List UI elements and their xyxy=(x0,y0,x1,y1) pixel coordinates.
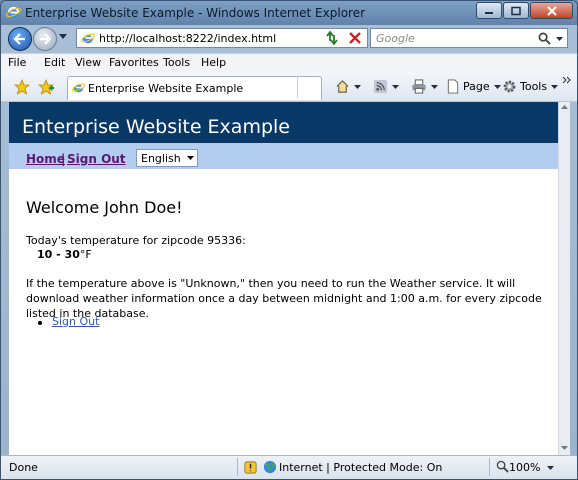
gear-icon xyxy=(503,80,516,93)
status-divider xyxy=(237,458,238,476)
ie-logo-icon xyxy=(6,6,21,19)
menu-view[interactable]: View xyxy=(75,56,101,69)
new-tab-button[interactable] xyxy=(297,76,322,98)
temperature-dash: - xyxy=(52,248,65,261)
site-nav: Home | Sign Out English xyxy=(9,143,558,169)
weather-info-text: If the temperature above is "Unknown," t… xyxy=(26,277,542,320)
tools-menu-label: Tools xyxy=(520,80,548,93)
temperature-label: Today's temperature for zipcode 95336: xyxy=(26,234,246,247)
tools-chevron-down-icon xyxy=(551,84,559,89)
menu-file[interactable]: File xyxy=(8,56,26,69)
feeds-button[interactable] xyxy=(373,79,399,94)
window-title: Enterprise Website Example - Windows Int… xyxy=(25,6,366,20)
scroll-up-icon[interactable] xyxy=(561,105,568,109)
search-box[interactable]: Google xyxy=(370,28,568,48)
window-controls xyxy=(475,2,573,19)
address-url: http://localhost:8222/index.html xyxy=(99,32,277,45)
temperature-high: 30 xyxy=(64,248,80,261)
back-arrow-icon xyxy=(13,33,25,45)
page-menu-button[interactable]: Page xyxy=(446,79,501,94)
status-divider xyxy=(489,458,490,476)
welcome-heading: Welcome John Doe! xyxy=(26,198,183,217)
favorites-star-icon[interactable] xyxy=(14,79,30,95)
home-link[interactable]: Home xyxy=(26,152,65,166)
browser-window: Enterprise Website Example - Windows Int… xyxy=(0,0,578,480)
maximize-icon xyxy=(511,6,521,15)
home-chevron-down-icon[interactable] xyxy=(354,84,361,89)
print-icon xyxy=(412,79,426,94)
page-ie-icon xyxy=(81,32,95,44)
language-value: English xyxy=(141,152,181,165)
search-icon[interactable] xyxy=(538,32,551,45)
scroll-down-icon[interactable] xyxy=(561,446,568,450)
tools-menu-button[interactable]: Tools xyxy=(502,79,559,94)
home-icon xyxy=(336,80,349,93)
sign-out-link[interactable]: Sign Out xyxy=(67,152,126,166)
site-title: Enterprise Website Example xyxy=(22,116,290,138)
language-select[interactable]: English xyxy=(136,149,198,167)
status-text: Done xyxy=(9,461,38,474)
close-icon xyxy=(546,5,557,16)
tab-ie-icon xyxy=(72,82,85,93)
feeds-chevron-down-icon[interactable] xyxy=(392,84,399,89)
page-menu-label: Page xyxy=(463,80,490,93)
add-favorite-icon[interactable] xyxy=(38,79,54,95)
temperature-unit: °F xyxy=(79,248,92,261)
more-chevron-icon[interactable] xyxy=(563,76,571,84)
list-sign-out-link[interactable]: Sign Out xyxy=(52,315,99,328)
refresh-icon[interactable] xyxy=(324,30,340,46)
minimize-icon xyxy=(485,11,493,14)
zoom-chevron-down-icon[interactable] xyxy=(547,466,554,470)
nav-separator: | xyxy=(61,152,66,166)
site-header: Enterprise Website Example xyxy=(9,102,558,143)
page-chevron-down-icon xyxy=(493,84,501,89)
forward-arrow-icon xyxy=(40,33,52,45)
close-button[interactable] xyxy=(530,2,573,19)
temperature-low: 10 xyxy=(37,248,53,261)
zoom-level[interactable]: 100% xyxy=(509,461,540,474)
security-zone-text[interactable]: Internet | Protected Mode: On xyxy=(279,461,442,474)
print-button[interactable] xyxy=(411,79,438,94)
search-chevron-down-icon[interactable] xyxy=(556,37,563,41)
recent-pages-chevron-down-icon[interactable] xyxy=(59,34,67,39)
menu-edit[interactable]: Edit xyxy=(44,56,65,69)
navigation-bar: http://localhost:8222/index.html Google xyxy=(1,25,577,53)
status-bar: Done Internet | Protected Mode: On 100% xyxy=(1,455,577,479)
menu-favorites[interactable]: Favorites xyxy=(109,56,159,69)
list-bullet xyxy=(38,321,42,325)
page-content: Enterprise Website Example Home | Sign O… xyxy=(9,102,570,455)
menu-bar: File Edit View Favorites Tools Help xyxy=(1,53,577,73)
search-input[interactable]: Google xyxy=(376,32,415,45)
print-chevron-down-icon[interactable] xyxy=(431,84,438,89)
back-button[interactable] xyxy=(8,27,32,51)
temperature-value: 10 - 30°F xyxy=(37,248,92,261)
maximize-button[interactable] xyxy=(503,2,529,19)
zoom-icon[interactable] xyxy=(496,460,509,473)
page-icon xyxy=(447,79,459,94)
command-bar: Enterprise Website Example Page Tools xyxy=(1,73,577,102)
forward-button[interactable] xyxy=(33,27,57,51)
internet-globe-icon xyxy=(263,460,277,474)
protected-mode-shield-icon[interactable] xyxy=(243,460,258,475)
rss-feed-icon xyxy=(373,79,388,94)
minimize-button[interactable] xyxy=(476,2,502,19)
browser-tab[interactable]: Enterprise Website Example xyxy=(67,76,322,100)
home-button[interactable] xyxy=(335,79,361,94)
menu-help[interactable]: Help xyxy=(201,56,226,69)
menu-tools[interactable]: Tools xyxy=(163,56,190,69)
title-bar[interactable]: Enterprise Website Example - Windows Int… xyxy=(1,1,577,25)
stop-icon[interactable] xyxy=(347,30,363,46)
tab-title: Enterprise Website Example xyxy=(88,82,244,95)
vertical-scrollbar[interactable] xyxy=(558,102,570,455)
language-chevron-down-icon xyxy=(187,156,194,160)
